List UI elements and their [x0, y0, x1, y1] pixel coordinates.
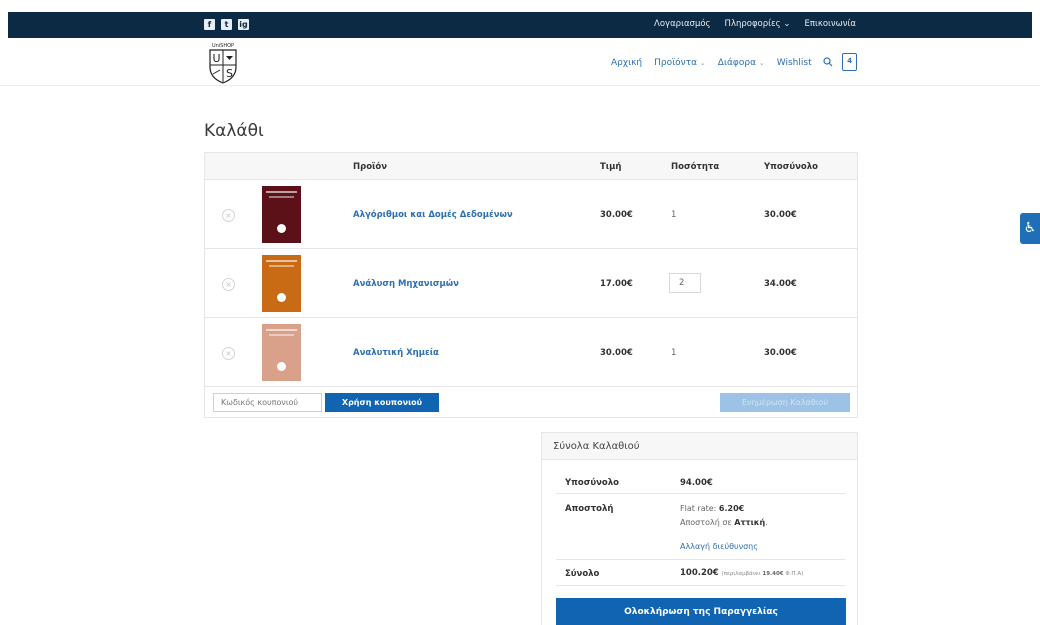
- product-thumbnail[interactable]: [262, 324, 301, 381]
- header-quantity: Ποσότητα: [671, 162, 720, 172]
- twitter-icon[interactable]: t: [221, 19, 232, 30]
- top-link-account[interactable]: Λογαριασμός: [654, 19, 711, 29]
- site-header: UniSHOP U S Αρχική Προϊόντα ⌄ Διάφορα ⌄ …: [0, 38, 1040, 86]
- apply-coupon-button[interactable]: Χρήση κουπονιού: [325, 393, 439, 412]
- subtotal-label: Υποσύνολο: [565, 478, 619, 488]
- table-row: × Αναλυτική Χημεία 30.00€ 1 30.00€: [205, 318, 857, 387]
- shipping-label: Αποστολή: [565, 504, 614, 514]
- product-price: 30.00€: [600, 210, 633, 220]
- total-value: 100.20€ (περιλαμβάνει 19.40€ Φ.Π.Α): [680, 568, 804, 578]
- remove-item-icon[interactable]: ×: [222, 347, 235, 360]
- table-row: × Ανάλυση Μηχανισμών 17.00€ 2 34.00€: [205, 249, 857, 318]
- nav-misc[interactable]: Διάφορα ⌄: [718, 58, 765, 68]
- unishop-logo[interactable]: UniSHOP U S: [205, 41, 241, 85]
- product-quantity: 1: [671, 348, 677, 358]
- product-thumbnail[interactable]: [262, 186, 301, 243]
- cart-count: 4: [847, 57, 852, 65]
- top-link-info[interactable]: Πληροφορίες ⌄: [725, 19, 791, 29]
- chevron-down-icon: ⌄: [758, 59, 765, 67]
- total-label: Σύνολο: [565, 569, 600, 579]
- product-name-link[interactable]: Αναλυτική Χημεία: [353, 348, 439, 358]
- product-thumbnail[interactable]: [262, 255, 301, 312]
- header-product: Προϊόν: [353, 162, 387, 172]
- chevron-down-icon: ⌄: [699, 59, 706, 67]
- product-subtotal: 34.00€: [764, 279, 797, 289]
- cart-icon[interactable]: 4: [842, 53, 857, 71]
- shipping-destination: Αποστολή σε Αττική.: [680, 518, 768, 527]
- product-subtotal: 30.00€: [764, 210, 797, 220]
- search-icon[interactable]: [823, 57, 833, 67]
- header-price: Τιμή: [600, 162, 622, 172]
- remove-item-icon[interactable]: ×: [222, 209, 235, 222]
- instagram-icon[interactable]: ig: [238, 19, 249, 30]
- accessibility-icon[interactable]: ♿: [1020, 213, 1040, 244]
- totals-row-shipping: Αποστολή Flat rate: 6.20€ Αποστολή σε Ατ…: [556, 494, 845, 560]
- nav-home[interactable]: Αρχική: [611, 58, 642, 68]
- table-header: Προϊόν Τιμή Ποσότητα Υποσύνολο: [205, 153, 857, 180]
- product-price: 17.00€: [600, 279, 633, 289]
- header-subtotal: Υποσύνολο: [764, 162, 818, 172]
- facebook-icon[interactable]: f: [204, 19, 215, 30]
- page-title: Καλάθι: [204, 121, 264, 141]
- logo-letter-s: S: [226, 67, 233, 80]
- social-links: f t ig: [204, 19, 249, 30]
- product-quantity: 1: [671, 210, 677, 220]
- cart-totals-title: Σύνολα Καλαθιού: [542, 433, 857, 460]
- top-link-contact[interactable]: Επικοινωνία: [804, 19, 856, 29]
- change-address-link[interactable]: Αλλαγή διεύθυνσης: [680, 542, 758, 551]
- top-nav: Λογαριασμός Πληροφορίες ⌄ Επικοινωνία: [654, 19, 856, 29]
- nav-wishlist[interactable]: Wishlist: [777, 58, 812, 68]
- logo-letter-u: U: [212, 52, 220, 65]
- shipping-rate: Flat rate: 6.20€: [680, 504, 745, 513]
- top-bar: f t ig Λογαριασμός Πληροφορίες ⌄ Επικοιν…: [8, 12, 1032, 38]
- main-nav: Αρχική Προϊόντα ⌄ Διάφορα ⌄ Wishlist: [611, 58, 812, 68]
- totals-row-subtotal: Υποσύνολο 94.00€: [556, 470, 845, 494]
- product-price: 30.00€: [600, 348, 633, 358]
- logo-text: UniSHOP: [212, 43, 234, 49]
- cart-table: Προϊόν Τιμή Ποσότητα Υποσύνολο × Αλγόριθ…: [204, 152, 858, 418]
- subtotal-value: 94.00€: [680, 478, 713, 488]
- nav-products[interactable]: Προϊόντα ⌄: [654, 58, 706, 68]
- update-cart-button[interactable]: Ενημέρωση Καλαθιού: [720, 393, 850, 412]
- coupon-input[interactable]: [213, 393, 322, 412]
- table-row: × Αλγόριθμοι και Δομές Δεδομένων 30.00€ …: [205, 180, 857, 249]
- product-name-link[interactable]: Αλγόριθμοι και Δομές Δεδομένων: [353, 210, 513, 220]
- checkout-button[interactable]: Ολοκλήρωση της Παραγγελίας: [556, 598, 846, 625]
- cart-totals: Σύνολα Καλαθιού Υποσύνολο 94.00€ Αποστολ…: [541, 432, 858, 625]
- product-name-link[interactable]: Ανάλυση Μηχανισμών: [353, 279, 459, 289]
- remove-item-icon[interactable]: ×: [222, 278, 235, 291]
- quantity-input[interactable]: 2: [669, 273, 701, 293]
- cart-actions: Χρήση κουπονιού Ενημέρωση Καλαθιού: [205, 387, 857, 417]
- product-subtotal: 30.00€: [764, 348, 797, 358]
- totals-row-total: Σύνολο 100.20€ (περιλαμβάνει 19.40€ Φ.Π.…: [556, 560, 845, 586]
